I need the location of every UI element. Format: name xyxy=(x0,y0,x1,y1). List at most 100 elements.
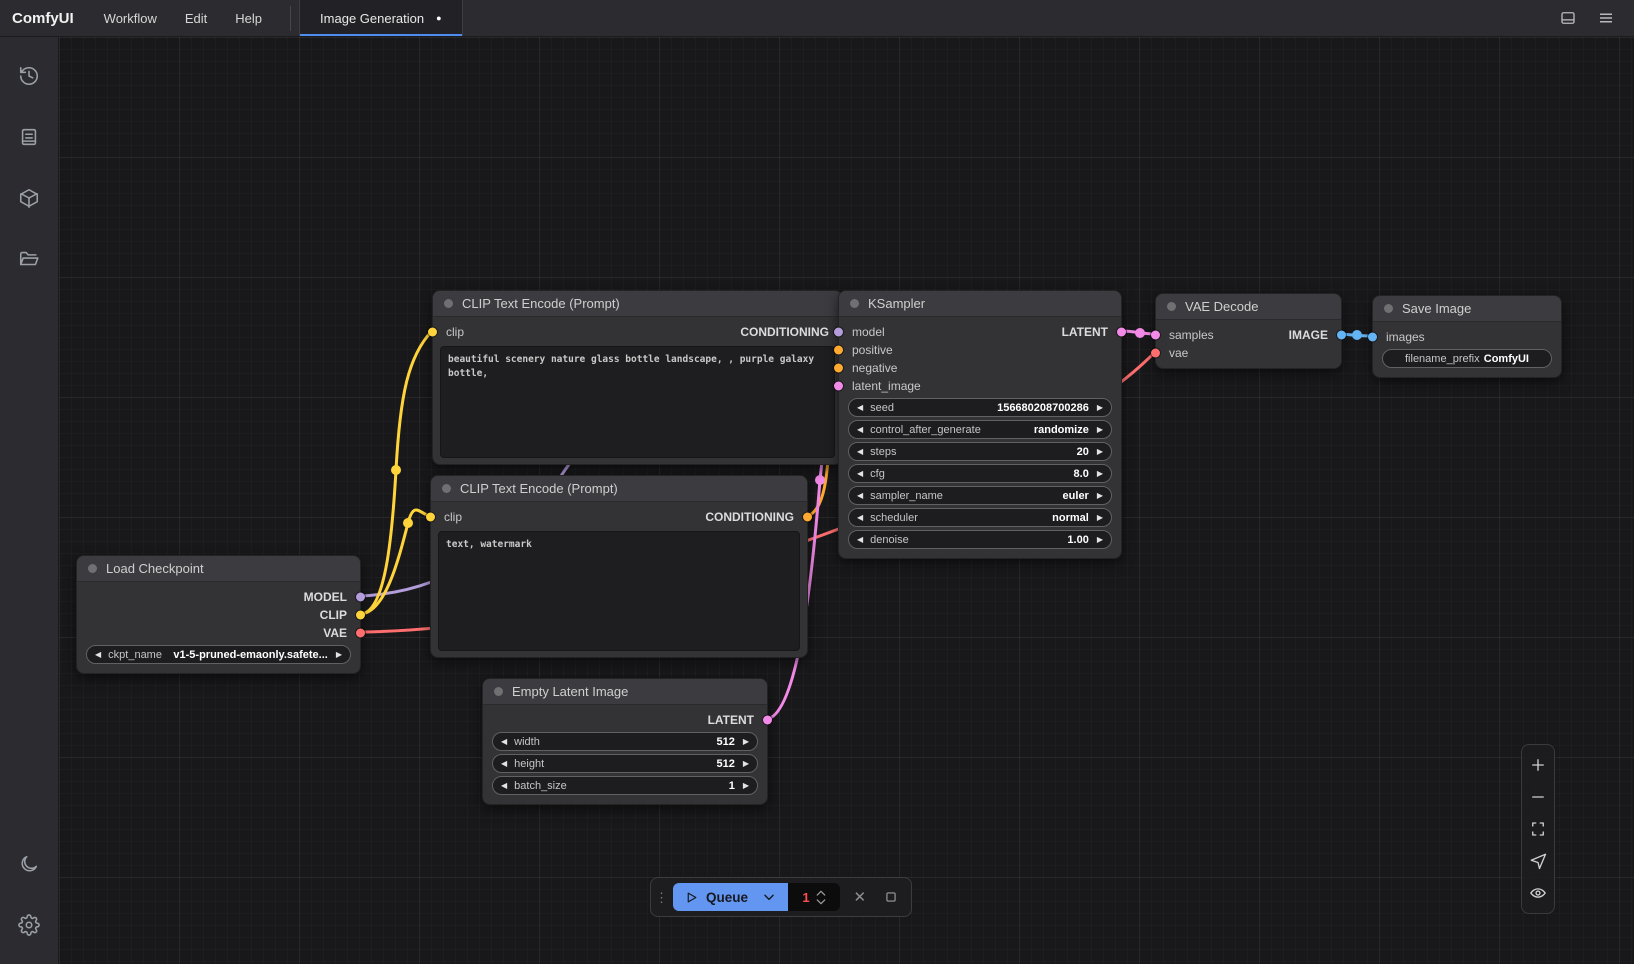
sampler-name-widget[interactable]: ◀ sampler_name euler ▶ xyxy=(848,486,1112,505)
widget-prev-icon[interactable]: ◀ xyxy=(857,448,863,456)
widget-prev-icon[interactable]: ◀ xyxy=(857,492,863,500)
ckpt-name-widget[interactable]: ◀ ckpt_name v1-5-pruned-emaonly.safete..… xyxy=(86,645,351,664)
widget-prev-icon[interactable]: ◀ xyxy=(95,651,101,659)
menu-workflow[interactable]: Workflow xyxy=(90,0,171,36)
cfg-widget[interactable]: ◀ cfg 8.0 ▶ xyxy=(848,464,1112,483)
widget-next-icon[interactable]: ▶ xyxy=(336,651,342,659)
node-save-image[interactable]: Save Image images filename_prefix ComfyU… xyxy=(1372,295,1562,378)
node-vae-decode[interactable]: VAE Decode samples IMAGE vae xyxy=(1155,293,1342,369)
widget-next-icon[interactable]: ▶ xyxy=(743,760,749,768)
spinner-up-icon[interactable] xyxy=(816,890,826,896)
zoom-in-icon[interactable] xyxy=(1523,749,1553,781)
fit-view-icon[interactable] xyxy=(1523,813,1553,845)
input-port-model[interactable] xyxy=(834,328,843,337)
zoom-out-icon[interactable] xyxy=(1523,781,1553,813)
input-port-negative[interactable] xyxy=(834,364,843,373)
stop-icon[interactable] xyxy=(880,884,903,910)
positive-prompt-textarea[interactable] xyxy=(440,346,835,458)
node-clip-text-encode-positive[interactable]: CLIP Text Encode (Prompt) clip CONDITION… xyxy=(432,290,843,465)
node-title-bar[interactable]: Load Checkpoint xyxy=(77,556,360,582)
node-title: CLIP Text Encode (Prompt) xyxy=(462,296,620,311)
collapse-dot[interactable] xyxy=(850,299,859,308)
widget-next-icon[interactable]: ▶ xyxy=(1097,448,1103,456)
widget-next-icon[interactable]: ▶ xyxy=(743,738,749,746)
pan-mode-icon[interactable] xyxy=(1523,845,1553,877)
batch-size-widget[interactable]: ◀ batch_size 1 ▶ xyxy=(492,776,758,795)
menu-edit[interactable]: Edit xyxy=(171,0,221,36)
output-port-model[interactable] xyxy=(356,593,365,602)
widget-next-icon[interactable]: ▶ xyxy=(1097,470,1103,478)
filename-prefix-widget[interactable]: filename_prefix ComfyUI xyxy=(1382,349,1552,368)
height-widget[interactable]: ◀ height 512 ▶ xyxy=(492,754,758,773)
node-title-bar[interactable]: Empty Latent Image xyxy=(483,679,767,705)
workflows-folder-icon[interactable] xyxy=(7,237,51,281)
widget-prev-icon[interactable]: ◀ xyxy=(501,782,507,790)
collapse-dot[interactable] xyxy=(88,564,97,573)
menu-help[interactable]: Help xyxy=(221,0,276,36)
moon-theme-icon[interactable] xyxy=(7,842,51,886)
input-port-samples[interactable] xyxy=(1151,331,1160,340)
input-port-clip[interactable] xyxy=(428,328,437,337)
node-clip-text-encode-negative[interactable]: CLIP Text Encode (Prompt) clip CONDITION… xyxy=(430,475,808,658)
collapse-dot[interactable] xyxy=(1167,302,1176,311)
node-ksampler[interactable]: KSampler model LATENT positive negative … xyxy=(838,290,1122,559)
node-empty-latent-image[interactable]: Empty Latent Image LATENT ◀ width 512 ▶ … xyxy=(482,678,768,805)
queue-button[interactable]: Queue xyxy=(673,883,788,911)
input-port-clip[interactable] xyxy=(426,513,435,522)
toggle-link-visibility-icon[interactable] xyxy=(1523,877,1553,909)
node-title-bar[interactable]: CLIP Text Encode (Prompt) xyxy=(431,476,807,502)
widget-next-icon[interactable]: ▶ xyxy=(1097,426,1103,434)
output-port-latent[interactable] xyxy=(763,716,772,725)
widget-next-icon[interactable]: ▶ xyxy=(1097,514,1103,522)
widget-prev-icon[interactable]: ◀ xyxy=(501,738,507,746)
node-load-checkpoint[interactable]: Load Checkpoint MODEL CLIP VAE ◀ ckpt_na… xyxy=(76,555,361,674)
settings-gear-icon[interactable] xyxy=(7,903,51,947)
node-title-bar[interactable]: Save Image xyxy=(1373,296,1561,322)
steps-widget[interactable]: ◀ steps 20 ▶ xyxy=(848,442,1112,461)
history-icon[interactable] xyxy=(7,54,51,98)
output-port-conditioning[interactable] xyxy=(803,513,812,522)
widget-prev-icon[interactable]: ◀ xyxy=(857,404,863,412)
input-port-latent-image[interactable] xyxy=(834,382,843,391)
widget-next-icon[interactable]: ▶ xyxy=(1097,492,1103,500)
widget-prev-icon[interactable]: ◀ xyxy=(857,470,863,478)
negative-prompt-textarea[interactable] xyxy=(438,531,800,651)
input-port-images[interactable] xyxy=(1368,333,1377,342)
widget-prev-icon[interactable]: ◀ xyxy=(857,536,863,544)
model-library-box-icon[interactable] xyxy=(7,176,51,220)
denoise-widget[interactable]: ◀ denoise 1.00 ▶ xyxy=(848,530,1112,549)
input-port-positive[interactable] xyxy=(834,346,843,355)
node-title-bar[interactable]: CLIP Text Encode (Prompt) xyxy=(433,291,842,317)
widget-prev-icon[interactable]: ◀ xyxy=(501,760,507,768)
collapse-dot[interactable] xyxy=(494,687,503,696)
scheduler-widget[interactable]: ◀ scheduler normal ▶ xyxy=(848,508,1112,527)
widget-prev-icon[interactable]: ◀ xyxy=(857,426,863,434)
log-icon[interactable] xyxy=(7,115,51,159)
output-port-vae[interactable] xyxy=(356,629,365,638)
hamburger-menu-icon[interactable] xyxy=(1592,4,1620,32)
drag-handle-icon[interactable]: ⋮ xyxy=(655,892,665,903)
workflow-tab-image-generation[interactable]: Image Generation ● xyxy=(299,0,463,36)
batch-count-input[interactable]: 1 xyxy=(788,883,840,911)
output-port-image[interactable] xyxy=(1337,331,1346,340)
clear-queue-icon[interactable]: ✕ xyxy=(848,884,871,910)
collapse-dot[interactable] xyxy=(442,484,451,493)
spinner-down-icon[interactable] xyxy=(816,899,826,905)
chevron-down-icon[interactable] xyxy=(762,890,776,904)
node-title-bar[interactable]: KSampler xyxy=(839,291,1121,317)
widget-prev-icon[interactable]: ◀ xyxy=(857,514,863,522)
widget-next-icon[interactable]: ▶ xyxy=(743,782,749,790)
width-widget[interactable]: ◀ width 512 ▶ xyxy=(492,732,758,751)
menubar-divider xyxy=(290,6,291,31)
control-after-generate-widget[interactable]: ◀ control_after_generate randomize ▶ xyxy=(848,420,1112,439)
node-title-bar[interactable]: VAE Decode xyxy=(1156,294,1341,320)
seed-widget[interactable]: ◀ seed 156680208700286 ▶ xyxy=(848,398,1112,417)
panel-bottom-icon[interactable] xyxy=(1554,4,1582,32)
output-port-latent[interactable] xyxy=(1117,328,1126,337)
collapse-dot[interactable] xyxy=(1384,304,1393,313)
collapse-dot[interactable] xyxy=(444,299,453,308)
input-port-vae[interactable] xyxy=(1151,349,1160,358)
widget-next-icon[interactable]: ▶ xyxy=(1097,536,1103,544)
output-port-clip[interactable] xyxy=(356,611,365,620)
widget-next-icon[interactable]: ▶ xyxy=(1097,404,1103,412)
